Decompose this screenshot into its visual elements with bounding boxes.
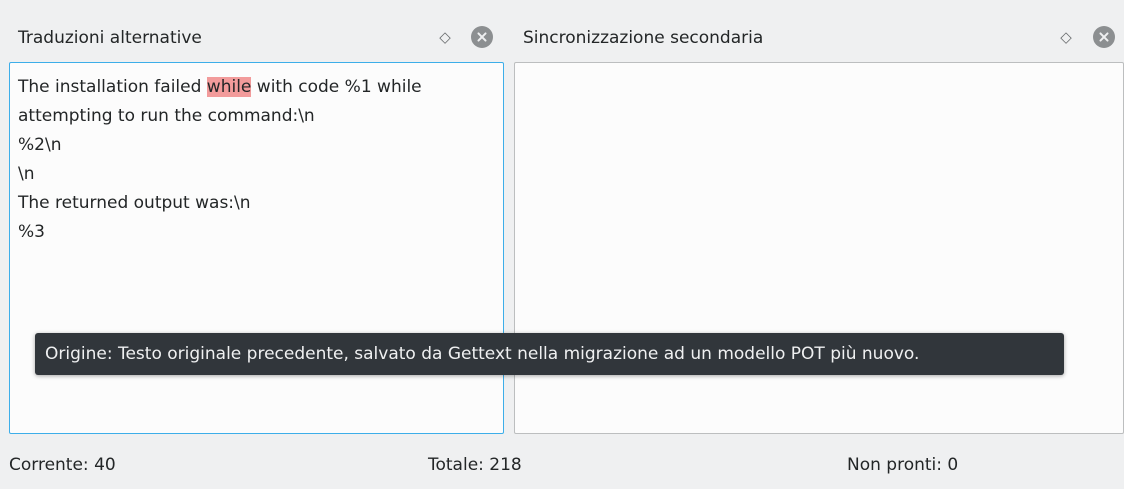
status-not-ready: Non pronti: 0 [847, 455, 959, 475]
translation-text-after: with code %1 while attempting to run the… [18, 77, 422, 242]
close-icon[interactable] [1093, 26, 1115, 48]
close-icon[interactable] [471, 26, 493, 48]
origin-tooltip: Origine: Testo originale precedente, sal… [35, 333, 1064, 375]
panel-title-bar[interactable]: Sincronizzazione secondaria ◇ [514, 14, 1124, 58]
status-total: Totale: 218 [428, 455, 522, 475]
secondary-sync-content[interactable] [514, 62, 1124, 434]
status-bar: Corrente: 40 Totale: 218 Non pronti: 0 [0, 440, 1124, 489]
alternative-translation-text[interactable]: The installation failed while with code … [10, 63, 503, 247]
status-current: Corrente: 40 [9, 455, 116, 475]
highlighted-word: while [206, 77, 252, 97]
panel-title: Sincronizzazione secondaria [523, 28, 764, 48]
float-icon[interactable]: ◇ [1058, 29, 1074, 45]
panel-title-bar[interactable]: Traduzioni alternative ◇ [9, 14, 504, 58]
panel-title: Traduzioni alternative [18, 28, 202, 48]
alternative-translations-content[interactable]: The installation failed while with code … [9, 62, 504, 434]
float-icon[interactable]: ◇ [437, 29, 453, 45]
translation-text-before: The installation failed [18, 77, 207, 97]
